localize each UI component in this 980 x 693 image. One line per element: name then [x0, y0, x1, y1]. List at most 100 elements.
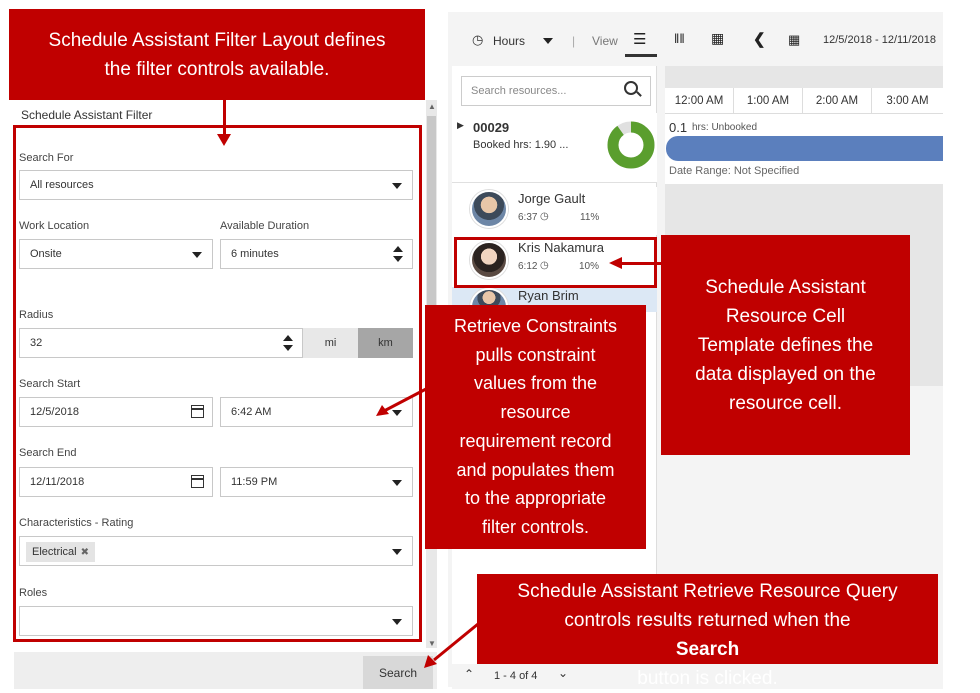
toolbar-divider: |	[572, 34, 576, 48]
arrow-resource-cell	[622, 262, 662, 265]
clock-icon: ◷	[472, 32, 484, 47]
callout-line: controls results returned when the Searc…	[477, 606, 938, 664]
clock-icon: ◷	[540, 211, 549, 222]
search-end-time-value: 11:59 PM	[231, 476, 278, 488]
view-label: View	[592, 34, 618, 48]
schedule-assistant-filter-panel: Schedule Assistant Filter ▲ ▼ Search For…	[14, 100, 437, 648]
callout-line: to the appropriate	[464, 488, 607, 509]
arrow-constraints	[376, 387, 427, 416]
callout-line: Template defines the	[697, 335, 874, 356]
date-range-status: Date Range: Not Specified	[669, 165, 800, 177]
resource-search-input[interactable]: Search resources...	[461, 76, 651, 106]
calendar-icon[interactable]	[191, 405, 204, 418]
close-icon[interactable]: ✖	[81, 547, 89, 558]
callout-resource-query: Schedule Assistant Retrieve Resource Que…	[477, 574, 938, 689]
search-end-label: Search End	[19, 447, 77, 459]
resource-name: Ryan Brim	[518, 288, 579, 303]
unbooked-label: hrs: Unbooked	[692, 122, 758, 133]
arrow-head	[217, 134, 231, 146]
callout-line: Schedule Assistant	[705, 277, 866, 298]
radius-value: 32	[30, 337, 43, 349]
hour-header: 12:00 AM	[665, 88, 734, 114]
callout-line: requirement record	[459, 430, 612, 451]
callout-line: filter controls.	[481, 516, 590, 537]
date-range-label[interactable]: 12/5/2018 - 12/11/2018	[823, 34, 936, 46]
table-view-icon[interactable]: ▦	[711, 30, 724, 47]
hour-header: 3:00 AM	[886, 95, 929, 107]
callout-line: Retrieve Constraints	[453, 316, 618, 336]
search-for-value: All resources	[30, 179, 94, 191]
callout-line: and populates them	[456, 459, 615, 480]
callout-line: values from the	[473, 373, 598, 394]
radius-input[interactable]: 32	[19, 328, 303, 358]
expand-arrow-icon[interactable]: ▶	[457, 120, 464, 131]
list-view-icon[interactable]: ☰	[633, 30, 646, 48]
search-end-time[interactable]: 11:59 PM	[220, 467, 413, 497]
callout-retrieve-constraints: Retrieve Constraints pulls constraint va…	[425, 305, 646, 549]
arrow-query	[424, 622, 479, 668]
list-view-active-indicator	[625, 54, 657, 57]
calendar-icon[interactable]: ▦	[788, 32, 800, 48]
resource-time: 6:37	[518, 212, 538, 223]
characteristics-select[interactable]: Electrical ✖	[19, 536, 413, 566]
unbooked-value: 0.1	[669, 120, 688, 135]
characteristic-chip[interactable]: Electrical ✖	[26, 542, 96, 562]
callout-resource-cell: Schedule Assistant Resource Cell Templat…	[661, 235, 910, 455]
donut-booked-arc	[607, 121, 655, 169]
arrow-filter	[223, 100, 226, 136]
avatar	[470, 190, 508, 228]
callout-line: Schedule Assistant Filter Layout defines	[48, 30, 386, 51]
search-icon[interactable]	[624, 81, 638, 95]
callout-line: Schedule Assistant Retrieve Resource Que…	[517, 581, 898, 602]
resource-name: Jorge Gault	[518, 191, 586, 206]
chevron-down-icon	[192, 252, 202, 258]
callout-line: Resource Cell	[725, 306, 846, 327]
hour-header: 2:00 AM	[803, 88, 872, 114]
booked-donut-chart	[607, 121, 655, 169]
search-for-select[interactable]: All resources	[19, 170, 413, 200]
stepper-icon[interactable]	[283, 335, 293, 351]
arrow-head	[609, 257, 622, 269]
callout-line: resource cell.	[729, 393, 842, 414]
search-start-time-value: 6:42 AM	[231, 406, 272, 418]
search-start-date-value: 12/5/2018	[30, 406, 79, 418]
requirement-booked-hours: Booked hrs: 1.90 ...	[473, 139, 569, 151]
available-duration-label: Available Duration	[220, 220, 310, 232]
work-location-select[interactable]: Onsite	[19, 239, 213, 269]
characteristics-label: Characteristics - Rating	[19, 517, 134, 529]
hours-dropdown-caret[interactable]	[543, 38, 553, 44]
search-start-date[interactable]: 12/5/2018	[19, 397, 213, 427]
callout-line: data displayed on the	[695, 364, 876, 385]
chevron-down-icon	[392, 480, 402, 486]
timeline-header: 12:00 AM 1:00 AM 2:00 AM 3:00 AM	[665, 88, 943, 114]
chevron-left-icon[interactable]: ❮	[753, 30, 766, 48]
work-location-label: Work Location	[19, 220, 90, 232]
calendar-icon[interactable]	[191, 475, 204, 488]
hour-header: 1:00 AM	[734, 88, 803, 114]
unit-km-button[interactable]: km	[358, 328, 413, 358]
chevron-down-icon	[392, 183, 402, 189]
roles-select[interactable]	[19, 606, 413, 636]
requirement-row[interactable]: ▶ 00029 Booked hrs: 1.90 ...	[452, 113, 657, 183]
hours-label[interactable]: Hours	[493, 34, 525, 48]
callout-filter-layout: Schedule Assistant Filter Layout defines…	[9, 9, 425, 100]
scroll-up-icon: ▲	[428, 102, 436, 111]
unbooked-bar[interactable]	[666, 136, 943, 161]
chevron-down-icon	[392, 549, 402, 555]
callout-line: resource	[500, 402, 571, 423]
search-end-date[interactable]: 12/11/2018	[19, 467, 213, 497]
available-duration-value: 6 minutes	[231, 248, 279, 260]
filter-title: Schedule Assistant Filter	[21, 108, 153, 122]
callout-line: pulls constraint	[475, 344, 596, 365]
resource-utilization: 11%	[580, 212, 600, 223]
board-toolbar: ◷ Hours | View ☰ ‖‖ ▦ ❮ ▦ 12/5/2018 - 12…	[448, 20, 943, 62]
up-down-icon	[393, 246, 403, 262]
available-duration-select[interactable]: 6 minutes	[220, 239, 413, 269]
resource-row-jorge-gault[interactable]: Jorge Gault 6:37 ◷ 11%	[452, 187, 657, 235]
search-end-date-value: 12/11/2018	[30, 476, 85, 488]
vertical-bars-view-icon[interactable]: ‖‖	[674, 31, 685, 46]
work-location-value: Onsite	[30, 248, 62, 260]
unit-mi-button[interactable]: mi	[303, 328, 358, 358]
roles-label: Roles	[19, 587, 48, 599]
requirement-name: 00029	[473, 120, 510, 135]
